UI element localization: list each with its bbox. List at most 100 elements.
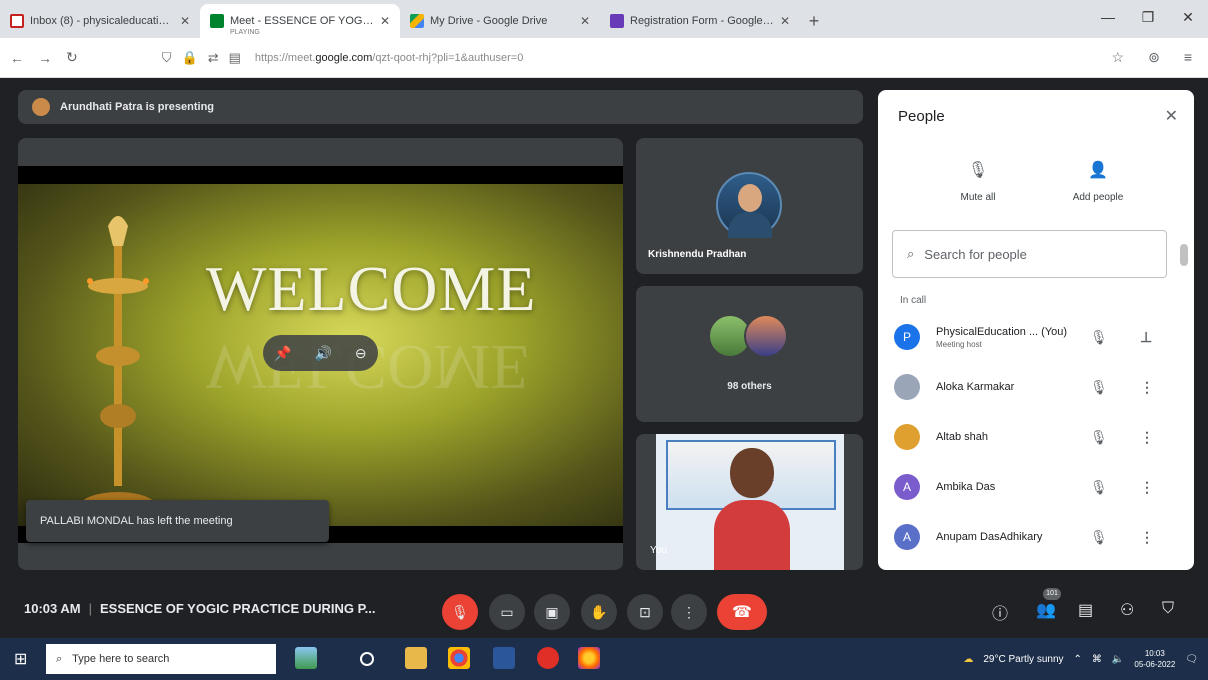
others-tile[interactable]: 98 others xyxy=(636,286,863,422)
add-people-label: Add people xyxy=(1072,192,1124,203)
weather-sun-icon: ☁ xyxy=(963,653,974,665)
info-icon[interactable]: ⓘ xyxy=(992,600,1008,624)
screen: Inbox (8) - physicaleducation@ ✕ Meet - … xyxy=(0,0,1208,680)
clock-date: 05-06-2022 xyxy=(1134,660,1176,669)
word-icon[interactable] xyxy=(493,647,515,669)
avatar xyxy=(894,374,920,400)
meet-area: Arundhati Patra is presenting WELCOME WE… xyxy=(0,78,1208,638)
list-item[interactable]: Altab shah 🎙 ⋮ xyxy=(878,412,1178,462)
close-icon[interactable]: ✕ xyxy=(380,14,390,28)
more-options-icon[interactable]: ⋮ xyxy=(1140,379,1154,396)
present-button[interactable]: ⊡ xyxy=(627,594,663,630)
mic-off-icon[interactable]: 🎙 xyxy=(1090,479,1108,496)
host-controls-icon[interactable]: ⛉ xyxy=(1162,600,1174,618)
leave-call-button[interactable]: ☎ xyxy=(717,594,767,630)
avatar: A xyxy=(894,474,920,500)
add-person-icon: 👤 xyxy=(1088,162,1108,179)
weather-text[interactable]: 29°C Partly sunny xyxy=(983,654,1063,665)
remove-icon[interactable]: ⊖ xyxy=(355,345,367,362)
reload-icon[interactable]: ↻ xyxy=(66,49,78,66)
camera-icon: ▭ xyxy=(500,603,514,620)
address-bar[interactable]: https://meet.google.com/qzt-qoot-rhj?pli… xyxy=(255,52,1098,64)
chrome-icon[interactable] xyxy=(448,647,470,669)
mic-toggle-button[interactable]: 🎙 xyxy=(442,594,478,630)
presenter-avatar xyxy=(32,98,50,116)
people-icon[interactable]: 👥 xyxy=(1036,600,1056,620)
shield-icon[interactable]: ⛉ xyxy=(162,50,172,66)
tab-drive[interactable]: My Drive - Google Drive ✕ xyxy=(400,4,600,38)
tab-gmail[interactable]: Inbox (8) - physicaleducation@ ✕ xyxy=(0,4,200,38)
camera-toggle-button[interactable]: ▭ xyxy=(489,594,525,630)
cortana-icon[interactable] xyxy=(360,652,374,666)
slide-title: WELCOME xyxy=(206,253,537,324)
lock-icon[interactable]: 🔒 xyxy=(182,50,198,66)
list-item[interactable]: A Ambika Das 🎙 ⋮ xyxy=(878,462,1178,512)
minimize-icon[interactable]: — xyxy=(1088,0,1128,34)
tab-label: Meet - ESSENCE OF YOGIC PRA xyxy=(230,15,374,27)
mic-off-icon[interactable]: 🎙 xyxy=(1090,329,1108,346)
phone-hangup-icon: ☎ xyxy=(732,604,752,621)
file-explorer-icon[interactable] xyxy=(405,647,427,669)
close-icon[interactable]: ✕ xyxy=(180,14,190,28)
activities-icon[interactable]: ⚇ xyxy=(1120,600,1134,620)
search-people-input[interactable]: ⌕ Search for people xyxy=(892,230,1167,278)
volume-icon[interactable]: 🔈 xyxy=(1112,654,1124,665)
close-icon[interactable]: ✕ xyxy=(1165,106,1178,126)
list-item[interactable]: A Anupam DasAdhikary 🎙 ⋮ xyxy=(878,512,1178,562)
new-tab-button[interactable]: + xyxy=(800,4,828,38)
more-options-icon[interactable]: ⋮ xyxy=(1140,429,1154,446)
notification-icon[interactable]: 🗨 xyxy=(1185,654,1198,665)
forward-icon[interactable]: → xyxy=(38,50,52,66)
taskbar-clock[interactable]: 10:03 05-06-2022 xyxy=(1134,648,1175,670)
camera-permission-icon[interactable]: ⇄ xyxy=(208,50,219,66)
avatar: A xyxy=(894,524,920,550)
mic-off-icon[interactable]: 🎙 xyxy=(1090,429,1108,446)
more-options-icon[interactable]: ⋮ xyxy=(1140,529,1154,546)
presentation-controls: 📌 🔊 ⊖ xyxy=(263,335,378,371)
mic-off-icon[interactable]: 🎙 xyxy=(1090,529,1108,546)
menu-icon[interactable]: ≡ xyxy=(1184,49,1192,66)
raise-hand-button[interactable]: ✋ xyxy=(581,594,617,630)
participant-list: P PhysicalEducation ... (You) Meeting hos… xyxy=(878,312,1178,562)
mute-all-button[interactable]: 🎙 Mute all xyxy=(918,160,1038,203)
self-view-tile[interactable]: VIVEK You xyxy=(636,434,863,570)
list-item[interactable]: Aloka Karmakar 🎙 ⋮ xyxy=(878,362,1178,412)
more-options-button[interactable]: ⋮ xyxy=(671,594,707,630)
search-icon: ⌕ xyxy=(907,246,915,261)
pin-icon[interactable]: 📌 xyxy=(274,345,291,362)
tab-forms[interactable]: Registration Form - Google Fo ✕ xyxy=(600,4,800,38)
participant-tile[interactable]: Krishnendu Pradhan xyxy=(636,138,863,274)
close-icon[interactable]: ✕ xyxy=(780,14,790,28)
taskbar-search-placeholder: Type here to search xyxy=(72,653,170,665)
reader-icon[interactable]: ▤ xyxy=(229,50,241,66)
back-icon[interactable]: ← xyxy=(10,50,24,66)
people-panel: People ✕ 🎙 Mute all 👤 Add people ⌕ Searc… xyxy=(878,90,1194,570)
chat-icon[interactable]: ▤ xyxy=(1078,600,1093,620)
mic-off-icon[interactable]: 🎙 xyxy=(1090,379,1108,396)
window-controls: — ❐ ✕ xyxy=(1088,0,1208,34)
firefox-icon[interactable] xyxy=(578,647,600,669)
speaker-icon[interactable]: 🔊 xyxy=(315,345,332,362)
maximize-icon[interactable]: ❐ xyxy=(1128,0,1168,34)
bookmark-star-icon[interactable]: ☆ xyxy=(1112,49,1125,66)
network-icon[interactable]: ⌘ xyxy=(1092,654,1102,665)
opera-icon[interactable] xyxy=(537,647,559,669)
close-window-icon[interactable]: ✕ xyxy=(1168,0,1208,34)
tab-meet[interactable]: Meet - ESSENCE OF YOGIC PRA PLAYING ✕ xyxy=(200,4,400,38)
participant-name: Aloka Karmakar xyxy=(936,381,1015,393)
captions-button[interactable]: ▣ xyxy=(534,594,570,630)
scrollbar-thumb[interactable] xyxy=(1180,244,1188,266)
list-item[interactable]: P PhysicalEducation ... (You) Meeting hos… xyxy=(878,312,1178,362)
weather-widget-icon[interactable] xyxy=(295,647,317,669)
more-options-icon[interactable]: ⋮ xyxy=(1140,479,1154,496)
add-people-button[interactable]: 👤 Add people xyxy=(1038,160,1158,203)
oil-lamp-illustration xyxy=(80,216,156,520)
close-icon[interactable]: ✕ xyxy=(580,14,590,28)
pin-icon[interactable]: ⊥ xyxy=(1140,329,1152,346)
windows-start-icon[interactable]: ⊞ xyxy=(14,649,27,669)
camera-feed: VIVEK xyxy=(656,434,844,570)
pocket-icon[interactable]: ⊚ xyxy=(1148,49,1160,66)
scrollbar[interactable] xyxy=(1180,230,1188,570)
taskbar-search[interactable]: ⌕ Type here to search xyxy=(46,644,276,674)
chevron-up-icon[interactable]: ⌃ xyxy=(1074,654,1082,665)
